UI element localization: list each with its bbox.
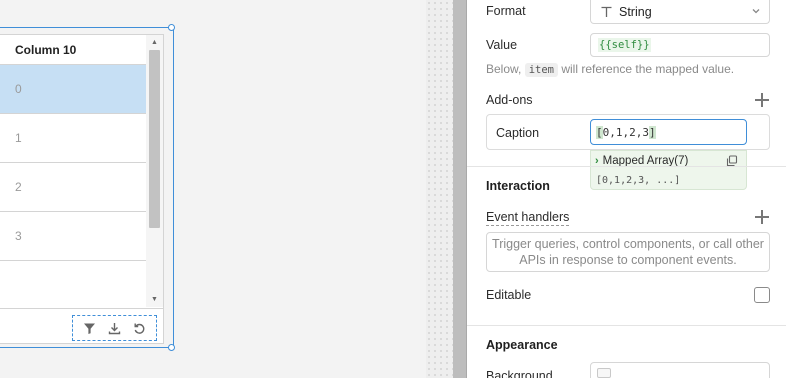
resize-handle-top-right[interactable]: [168, 24, 175, 31]
resize-handle-bottom-right[interactable]: [168, 344, 175, 351]
panel-divider[interactable]: [453, 0, 467, 378]
mapped-value-hint: Below, item will reference the mapped va…: [486, 62, 735, 77]
table-component[interactable]: Column 10 0 1 2 3 ▲ ▼: [0, 34, 164, 344]
value-input[interactable]: {{self}}: [590, 33, 770, 57]
hint-after: will reference the mapped value.: [561, 62, 735, 76]
scrollbar-thumb[interactable]: [149, 50, 160, 228]
vertical-scrollbar[interactable]: ▲ ▼: [146, 35, 163, 307]
caption-label: Caption: [496, 126, 540, 140]
section-divider: [467, 166, 786, 167]
interaction-heading: Interaction: [486, 179, 550, 193]
value-code: {{self}}: [598, 38, 651, 52]
evaluation-preview: › Mapped Array(7) [0,1,2,3, ...]: [590, 150, 747, 190]
event-handlers-label: Event handlers: [486, 210, 570, 226]
color-swatch[interactable]: [597, 368, 611, 378]
text-type-icon: [601, 6, 612, 17]
canvas-gutter: [426, 0, 453, 378]
preview-value: [0,1,2,3, ...]: [596, 175, 681, 186]
editable-label: Editable: [486, 288, 532, 302]
event-handlers-empty-state[interactable]: Trigger queries, control components, or …: [486, 232, 770, 272]
table-row[interactable]: 0: [0, 65, 146, 114]
caption-open-bracket: [: [596, 125, 603, 139]
table-row[interactable]: 3: [0, 212, 146, 261]
footer-toolbar: [72, 315, 157, 341]
addons-label: Add-ons: [486, 93, 533, 107]
add-event-handler-icon[interactable]: [755, 210, 769, 224]
caption-close-bracket: ]: [648, 125, 656, 139]
download-icon[interactable]: [107, 320, 123, 336]
canvas: Column 10 0 1 2 3 ▲ ▼: [0, 0, 426, 378]
value-label: Value: [486, 38, 518, 52]
table-cell: 3: [15, 229, 22, 243]
scroll-up-icon[interactable]: ▲: [146, 37, 163, 49]
background-label: Background: [486, 369, 553, 378]
filter-icon[interactable]: [82, 320, 98, 336]
table-cell: 2: [15, 180, 22, 194]
background-color-input[interactable]: [590, 362, 770, 378]
chevron-down-icon: [752, 9, 760, 14]
hint-code: item: [524, 63, 558, 77]
column-header[interactable]: Column 10: [0, 35, 146, 65]
table-cell: 0: [15, 82, 22, 96]
table-row[interactable]: 1: [0, 114, 146, 163]
table-cell: 1: [15, 131, 22, 145]
appearance-heading: Appearance: [486, 338, 558, 352]
caption-inner: 0,1,2,3: [602, 125, 649, 139]
table-body: 0 1 2 3: [0, 65, 146, 261]
caption-input[interactable]: [0,1,2,3]: [590, 119, 747, 145]
table-row[interactable]: 2: [0, 163, 146, 212]
format-select[interactable]: String: [590, 0, 770, 24]
hint-before: Below,: [486, 62, 522, 76]
refresh-icon[interactable]: [132, 320, 148, 336]
inspector-panel: Format String Value {{self}} Below, item…: [467, 0, 786, 378]
format-label: Format: [486, 4, 526, 18]
format-value: String: [619, 4, 652, 19]
editable-checkbox[interactable]: [754, 287, 770, 303]
scroll-down-icon[interactable]: ▼: [146, 294, 163, 306]
section-divider: [467, 325, 786, 326]
table-footer: [0, 308, 163, 344]
add-addon-icon[interactable]: [755, 93, 769, 107]
